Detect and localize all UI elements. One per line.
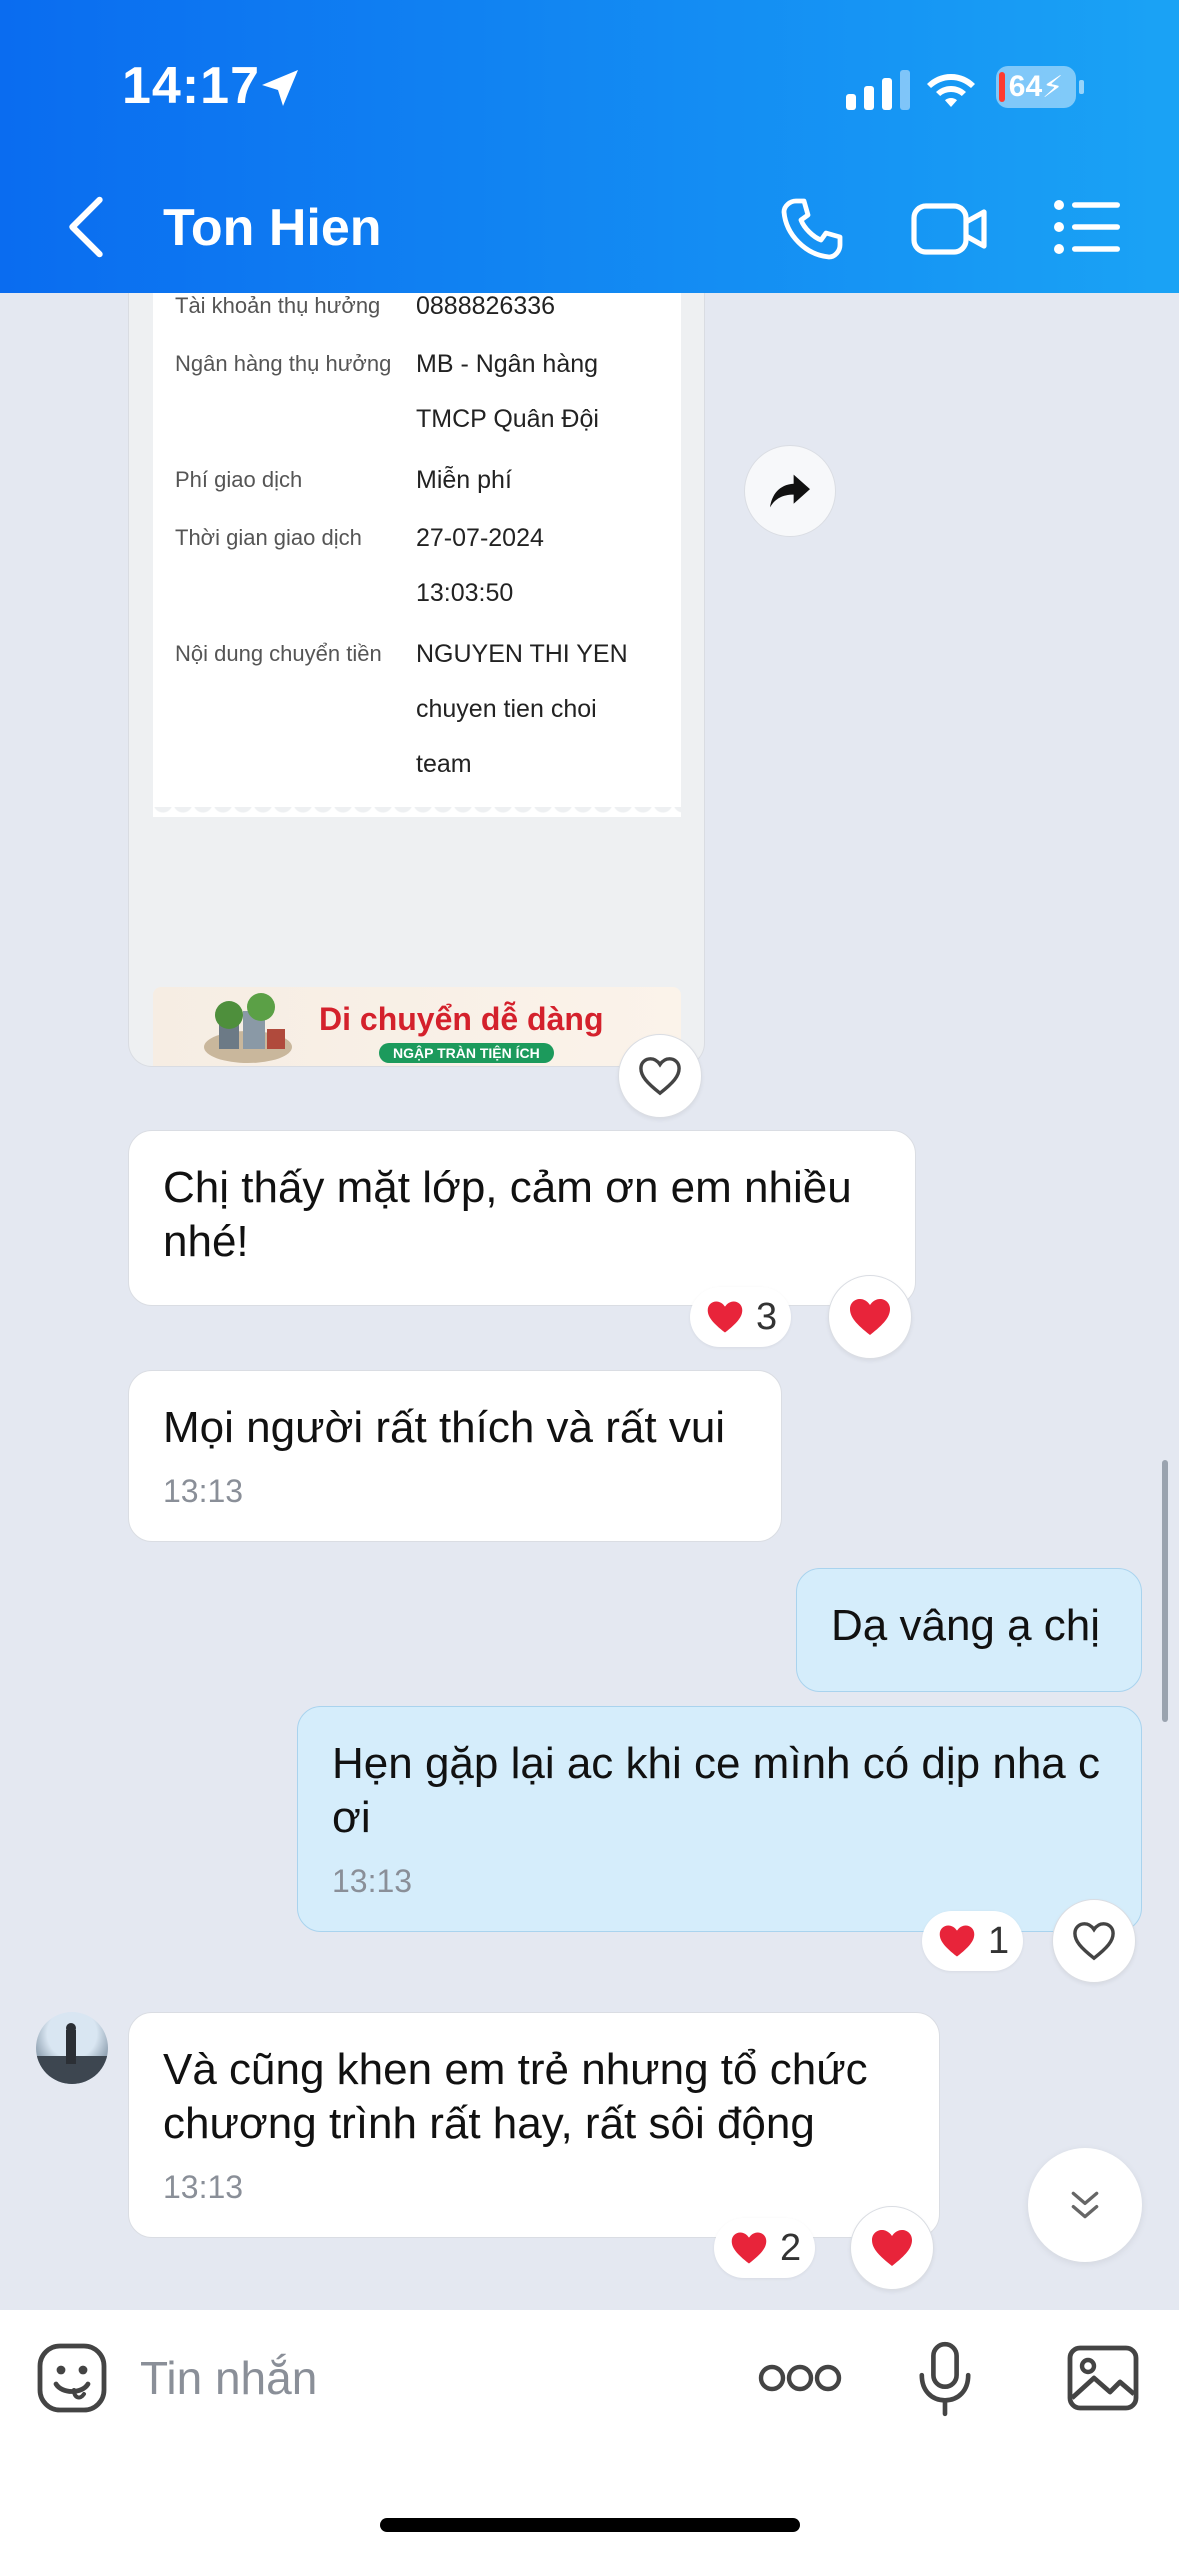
receipt-label: Ngân hàng thụ hưởng bbox=[175, 351, 392, 376]
heart-icon bbox=[872, 2230, 912, 2266]
wifi-icon bbox=[927, 74, 975, 107]
reaction-count: 2 bbox=[780, 2226, 802, 2269]
voice-call-button[interactable] bbox=[778, 195, 846, 263]
video-call-button[interactable] bbox=[910, 198, 990, 260]
heart-outline-icon bbox=[639, 1057, 681, 1096]
scrollbar[interactable] bbox=[1162, 1460, 1168, 1722]
banner-title: Di chuyển dễ dàng bbox=[319, 1001, 604, 1037]
reaction-summary[interactable]: 3 bbox=[690, 1287, 792, 1347]
reaction-count: 1 bbox=[988, 1919, 1010, 1962]
status-time: 14:17 bbox=[122, 57, 260, 115]
banner-subtitle: NGẬP TRÀN TIỆN ÍCH bbox=[379, 1043, 554, 1063]
avatar-photo-icon bbox=[36, 2023, 108, 2084]
conversation-title[interactable]: Ton Hien bbox=[163, 198, 382, 258]
heart-icon bbox=[850, 1299, 890, 1335]
promo-banner: Di chuyển dễ dàng NGẬP TRÀN TIỆN ÍCH bbox=[153, 987, 681, 1066]
message-text: Hẹn gặp lại ac khi ce mình có dịp nha c … bbox=[332, 1739, 1101, 1842]
react-heart-button[interactable] bbox=[618, 1034, 702, 1118]
forward-share-button[interactable] bbox=[744, 445, 836, 537]
message-input[interactable] bbox=[140, 2340, 740, 2416]
receipt-label: Tài khoản thụ hưởng bbox=[175, 293, 381, 318]
back-button[interactable] bbox=[60, 194, 112, 260]
microphone-button[interactable] bbox=[916, 2340, 974, 2418]
reaction-summary[interactable]: 1 bbox=[922, 1911, 1024, 1971]
reaction-count: 3 bbox=[756, 1295, 778, 1338]
transfer-receipt-image[interactable]: Tài khoản thụ hưởng 0888826336 Ngân hàng… bbox=[128, 293, 705, 1067]
battery-indicator: 64 ⚡ bbox=[996, 66, 1084, 108]
receipt-label: Nội dung chuyển tiền bbox=[175, 641, 382, 666]
chat-header: 14:17 64 ⚡ Ton Hien bbox=[0, 0, 1179, 293]
received-message[interactable]: Chị thấy mặt lớp, cảm ơn em nhiều nhé! bbox=[128, 1130, 916, 1306]
home-indicator[interactable] bbox=[380, 2518, 800, 2532]
message-text: Dạ vâng ạ chị bbox=[831, 1601, 1101, 1650]
sticker-emoji-button[interactable] bbox=[36, 2342, 108, 2414]
sender-avatar[interactable] bbox=[36, 2012, 108, 2084]
receipt-label: Thời gian giao dịch bbox=[175, 525, 362, 550]
location-arrow-icon bbox=[262, 70, 298, 106]
heart-icon bbox=[707, 1301, 743, 1333]
message-text: Chị thấy mặt lớp, cảm ơn em nhiều nhé! bbox=[163, 1163, 852, 1266]
receipt-value: 27-07-2024 13:03:50 bbox=[416, 524, 544, 607]
react-heart-button[interactable] bbox=[828, 1275, 912, 1359]
received-message[interactable]: Mọi người rất thích và rất vui 13:13 bbox=[128, 1370, 782, 1542]
receipt-value: 0888826336 bbox=[416, 293, 556, 320]
menu-list-button[interactable] bbox=[1054, 199, 1120, 255]
sent-message[interactable]: Hẹn gặp lại ac khi ce mình có dịp nha c … bbox=[297, 1706, 1142, 1932]
received-message[interactable]: Và cũng khen em trẻ nhưng tổ chức chương… bbox=[128, 2012, 940, 2238]
forward-arrow-icon bbox=[770, 474, 810, 508]
message-time: 13:13 bbox=[332, 1863, 413, 1899]
message-time: 13:13 bbox=[163, 1473, 244, 1509]
receipt-value: MB - Ngân hàng TMCP Quân Đội bbox=[416, 350, 599, 433]
receipt-label: Phí giao dịch bbox=[175, 467, 303, 492]
react-heart-button[interactable] bbox=[1052, 1899, 1136, 1983]
receipt-paper: Tài khoản thụ hưởng 0888826336 Ngân hàng… bbox=[153, 293, 681, 817]
react-heart-button[interactable] bbox=[850, 2206, 934, 2290]
more-options-button[interactable] bbox=[758, 2360, 842, 2396]
message-text: Và cũng khen em trẻ nhưng tổ chức chương… bbox=[163, 2045, 868, 2148]
heart-outline-icon bbox=[1073, 1922, 1115, 1961]
image-gallery-button[interactable] bbox=[1066, 2344, 1140, 2412]
heart-icon bbox=[939, 1925, 975, 1957]
scroll-to-bottom-button[interactable] bbox=[1028, 2148, 1142, 2262]
double-chevron-down-icon bbox=[1071, 2191, 1099, 2219]
message-text: Mọi người rất thích và rất vui bbox=[163, 1403, 726, 1452]
cellular-signal-icon bbox=[846, 70, 910, 110]
city-illustration-icon bbox=[204, 993, 292, 1063]
reaction-summary[interactable]: 2 bbox=[714, 2218, 816, 2278]
charging-icon: ⚡ bbox=[1042, 70, 1064, 104]
receipt-value: Miễn phí bbox=[416, 466, 512, 494]
sent-message[interactable]: Dạ vâng ạ chị bbox=[796, 1568, 1142, 1692]
receipt-value: NGUYEN THI YEN chuyen tien choi team bbox=[416, 640, 628, 778]
heart-icon bbox=[731, 2232, 767, 2264]
message-input-bar bbox=[0, 2310, 1179, 2556]
message-time: 13:13 bbox=[163, 2169, 244, 2205]
battery-level: 64 bbox=[1008, 70, 1043, 103]
